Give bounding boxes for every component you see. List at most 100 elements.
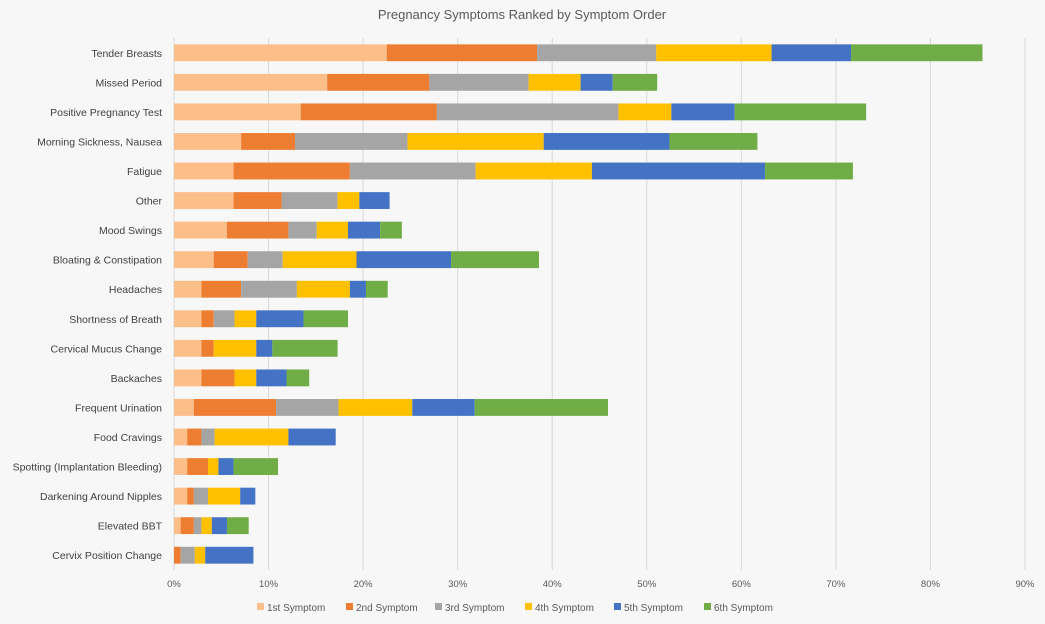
bar-segment-2 (187, 458, 209, 475)
category-label: Headaches (109, 284, 162, 296)
bars (174, 44, 983, 564)
bar-group (174, 192, 390, 209)
bar-segment-4 (213, 339, 257, 357)
category-label: Morning Sickness, Nausea (37, 136, 162, 148)
legend: 1st Symptom 2nd Symptom 3rd Symptom 4th Sym… (257, 603, 773, 614)
bar-segment-3 (213, 310, 235, 328)
x-tick-label: 60% (732, 579, 752, 590)
bar-segment-3 (537, 44, 657, 62)
bar-segment-6 (233, 458, 279, 475)
bar-segment-6 (851, 44, 983, 62)
bar-segment-4 (337, 192, 360, 209)
bar-segment-6 (272, 339, 338, 357)
bar-group (174, 133, 758, 150)
legend-swatch (346, 603, 353, 610)
bar-segment-4 (208, 458, 219, 475)
bar-segment-5 (347, 221, 381, 239)
bar-segment-1 (174, 399, 194, 416)
bar-segment-6 (451, 251, 539, 269)
legend-item: 4th Symptom (525, 603, 594, 614)
category-label: Other (136, 196, 163, 208)
bar-group (174, 44, 983, 62)
category-label: Cervical Mucus Change (51, 343, 163, 355)
bar-segment-5 (256, 310, 304, 328)
bar-segment-3 (247, 251, 283, 269)
bar-segment-3 (429, 73, 529, 91)
legend-item: 5th Symptom (614, 603, 683, 614)
bar-segment-2 (233, 192, 282, 209)
bar-segment-5 (288, 428, 336, 446)
bar-segment-1 (174, 458, 188, 475)
bar-segment-3 (295, 133, 408, 150)
bar-segment-3 (193, 487, 209, 505)
bar-segment-2 (180, 517, 194, 535)
bar-group (174, 73, 658, 91)
category-label: Elevated BBT (98, 521, 163, 533)
category-labels: Tender Breasts Missed Period Positive Preg… (13, 48, 163, 562)
x-tick-label: 10% (259, 579, 279, 590)
bar-group (174, 280, 388, 298)
bar-group (174, 458, 279, 475)
legend-swatch (257, 603, 264, 610)
bar-segment-5 (256, 339, 273, 357)
bar-segment-5 (591, 162, 765, 180)
bar-group (174, 517, 249, 535)
bar-segment-1 (174, 73, 328, 91)
bar-segment-4 (282, 251, 357, 269)
category-label: Frequent Urination (75, 402, 162, 414)
bar-segment-6 (669, 133, 758, 150)
bar-segment-1 (174, 44, 387, 62)
bar-segment-3 (193, 517, 202, 535)
x-tick-label: 70% (826, 579, 846, 590)
x-tick-label: 50% (637, 579, 657, 590)
category-label: Mood Swings (99, 225, 162, 237)
legend-item: 2nd Symptom (346, 603, 418, 614)
bar-segment-1 (174, 162, 234, 180)
category-label: Food Cravings (94, 432, 162, 444)
bar-segment-5 (211, 517, 227, 535)
bar-segment-4 (475, 162, 592, 180)
bar-segment-1 (174, 133, 242, 150)
bar-segment-4 (338, 399, 413, 416)
bar-segment-5 (349, 280, 366, 298)
bar-segment-4 (296, 280, 350, 298)
bar-segment-2 (241, 133, 296, 150)
legend-item: 1st Symptom (257, 603, 325, 614)
bar-segment-4 (528, 73, 581, 91)
x-tick-label: 30% (448, 579, 468, 590)
bar-group (174, 339, 338, 357)
bar-segment-5 (205, 546, 254, 564)
bar-segment-1 (174, 251, 214, 269)
bar-segment-1 (174, 280, 202, 298)
bar-segment-6 (764, 162, 853, 180)
bar-segment-4 (234, 369, 257, 387)
legend-item: 6th Symptom (704, 603, 773, 614)
x-axis-ticks: 0% 10% 20% 30% 40% 50% 60% 70% 80% 90% (167, 579, 1035, 590)
legend-swatch (614, 603, 621, 610)
bar-segment-4 (201, 517, 212, 535)
bar-segment-2 (201, 369, 235, 387)
bar-segment-1 (174, 339, 202, 357)
bar-segment-2 (174, 546, 181, 564)
bar-segment-2 (201, 280, 242, 298)
bar-segment-4 (316, 221, 348, 239)
bar-segment-4 (234, 310, 257, 328)
bar-group (174, 310, 348, 328)
bar-segment-4 (407, 133, 544, 150)
bar-segment-1 (174, 487, 188, 505)
legend-label: 3rd Symptom (445, 603, 504, 614)
legend-swatch (704, 603, 711, 610)
x-tick-label: 90% (1015, 579, 1035, 590)
bar-segment-2 (327, 73, 430, 91)
legend-swatch (525, 603, 532, 610)
bar-segment-4 (618, 103, 672, 121)
category-label: Positive Pregnancy Test (50, 107, 162, 119)
bar-segment-3 (276, 399, 339, 416)
bar-group (174, 221, 402, 239)
bar-segment-6 (612, 73, 658, 91)
bar-group (174, 103, 867, 121)
x-tick-label: 20% (354, 579, 374, 590)
bar-segment-6 (303, 310, 348, 328)
bar-segment-3 (241, 280, 297, 298)
bar-segment-6 (286, 369, 310, 387)
